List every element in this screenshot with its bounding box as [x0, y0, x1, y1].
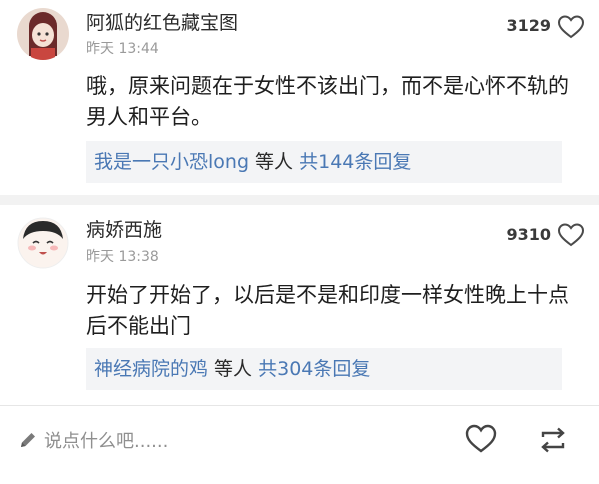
avatar[interactable] — [17, 217, 69, 269]
timestamp: 昨天 13:38 — [86, 249, 159, 265]
like-count: 3129 — [506, 16, 551, 35]
reply-connector: 等人 — [249, 151, 300, 173]
bottom-action-bar: 说点什么吧...... — [0, 405, 599, 484]
reply-summary[interactable]: 我是一只小恐long 等人 共144条回复 — [86, 141, 562, 183]
reply-count-link[interactable]: 共304条回复 — [258, 358, 370, 380]
heart-icon[interactable] — [557, 14, 585, 40]
timestamp: 昨天 13:44 — [86, 41, 159, 57]
comment-text: 开始了开始了，以后是不是和印度一样女性晚上十点后不能出门 — [86, 283, 569, 338]
comment-text: 哦，原来问题在于女性不该出门，而不是心怀不轨的男人和平台。 — [86, 74, 569, 129]
heart-icon[interactable] — [557, 222, 585, 248]
username[interactable]: 阿狐的红色藏宝图 — [86, 8, 238, 35]
reply-summary[interactable]: 神经病院的鸡 等人 共304条回复 — [86, 348, 562, 390]
divider — [0, 195, 599, 205]
comment-item: 阿狐的红色藏宝图 昨天 13:44 3129 哦，原来问题在于女性不该出门，而不… — [0, 0, 599, 195]
heart-icon[interactable] — [464, 423, 498, 455]
comment-item: 病娇西施 昨天 13:38 9310 开始了开始了，以后是不是和印度一样女性晚上… — [0, 205, 599, 395]
avatar[interactable] — [17, 8, 69, 60]
like-count: 9310 — [506, 225, 551, 244]
reply-connector: 等人 — [208, 358, 259, 380]
reply-user[interactable]: 我是一只小恐long — [94, 151, 249, 173]
repost-icon[interactable] — [538, 425, 568, 455]
username[interactable]: 病娇西施 — [86, 215, 162, 242]
reply-user[interactable]: 神经病院的鸡 — [94, 358, 208, 380]
pen-icon — [18, 430, 38, 450]
reply-count-link[interactable]: 共144条回复 — [299, 151, 411, 173]
comment-input[interactable]: 说点什么吧...... — [44, 427, 168, 453]
